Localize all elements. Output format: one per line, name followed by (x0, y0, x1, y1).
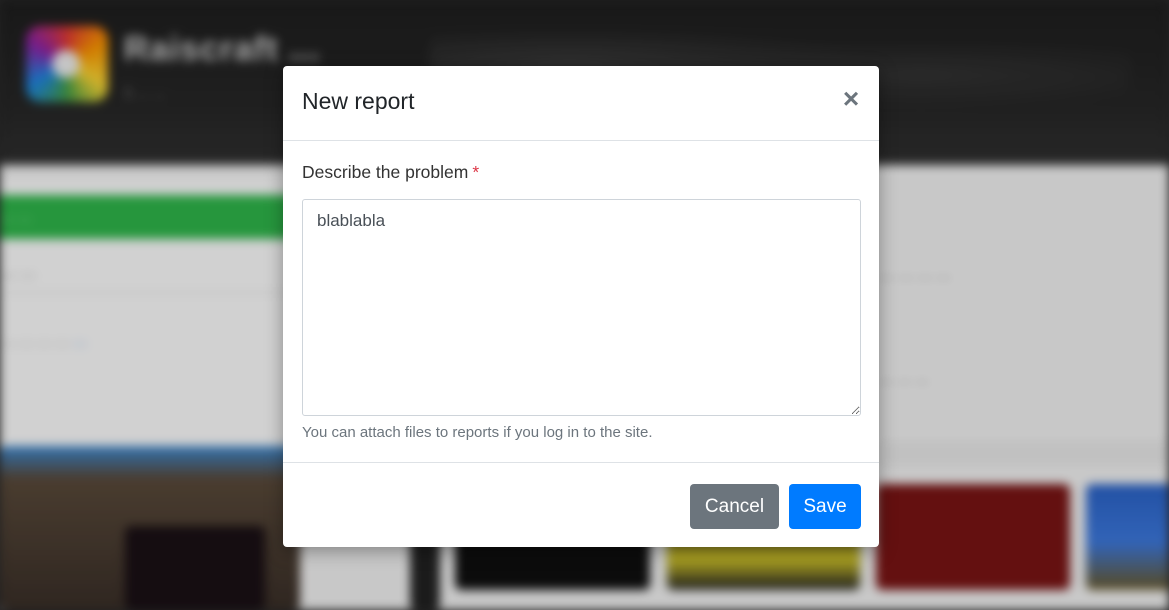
help-text: You can attach files to reports if you l… (302, 424, 653, 441)
cancel-button[interactable]: Cancel (690, 484, 779, 529)
required-marker: * (472, 162, 480, 182)
save-button[interactable]: Save (789, 484, 861, 529)
close-icon: × (842, 83, 860, 114)
field-label: Describe the problem (302, 162, 469, 182)
modal-title: New report (302, 88, 415, 114)
modal-body: Describe the problem* You can attach fil… (302, 162, 861, 441)
close-button[interactable]: × (840, 85, 862, 113)
problem-description-textarea[interactable] (302, 199, 861, 416)
modal-footer: Cancel Save (283, 462, 879, 548)
new-report-dialog: New report × Describe the problem* You c… (283, 66, 879, 547)
modal-header: New report × (283, 66, 879, 141)
